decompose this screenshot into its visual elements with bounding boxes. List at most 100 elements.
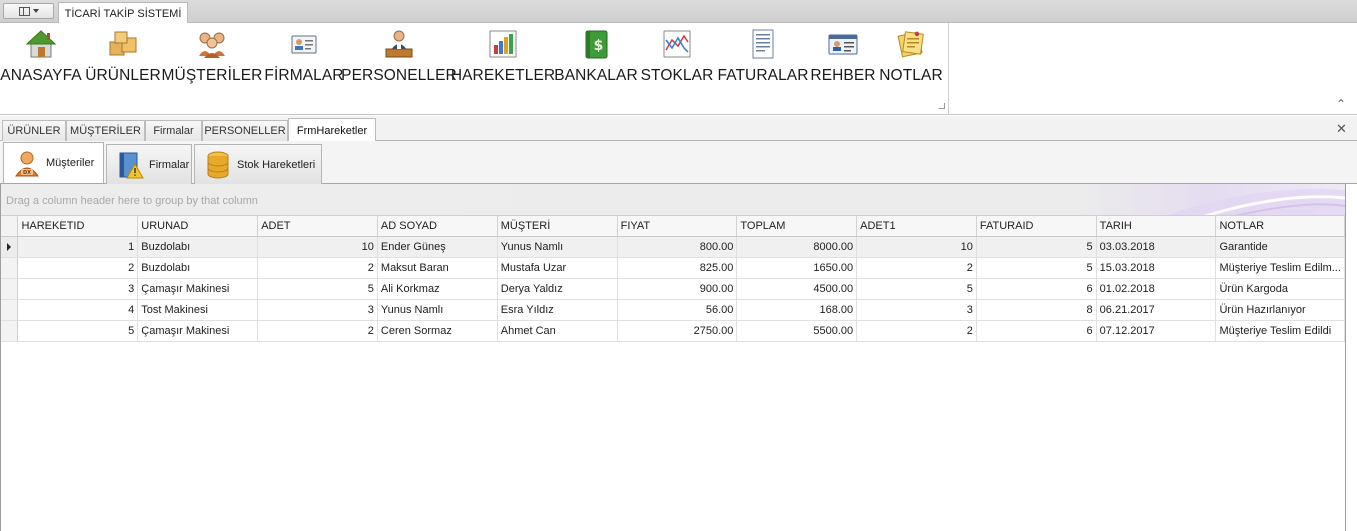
ribbon-button-firmalar[interactable]: FİRMALAR [264, 26, 343, 86]
column-header[interactable]: FIYAT [617, 216, 738, 237]
table-cell[interactable]: Garantide [1215, 236, 1345, 258]
table-cell[interactable]: Müşteriye Teslim Edildi [1215, 320, 1345, 342]
table-cell[interactable]: Ceren Sormaz [377, 320, 498, 342]
ribbon-button-notlar[interactable]: NOTLAR [879, 26, 943, 86]
ribbon-button-rehber[interactable]: REHBER [810, 26, 876, 86]
table-cell[interactable]: 900.00 [617, 278, 738, 300]
table-row[interactable]: 4 Tost Makinesi 3 Yunus Namlı Esra Yıldı… [1, 299, 1345, 321]
ribbon-button-bankalar[interactable]: $ BANKALAR [554, 26, 638, 86]
table-cell[interactable]: 4 [17, 299, 139, 321]
table-row[interactable]: 2 Buzdolabı 2 Maksut Baran Mustafa Uzar … [1, 257, 1345, 279]
ribbon-button-hareketler[interactable]: HAREKETLER [451, 26, 555, 86]
application-menu-button[interactable] [3, 3, 54, 19]
ribbon-collapse-icon[interactable]: ⌃ [1336, 97, 1346, 111]
table-cell[interactable]: Müşteriye Teslim Edilm... [1215, 257, 1345, 279]
table-cell[interactable]: 01.02.2018 [1096, 278, 1217, 300]
column-header[interactable]: ADET1 [856, 216, 977, 237]
table-cell[interactable]: Maksut Baran [377, 257, 498, 279]
table-cell[interactable]: 03.03.2018 [1096, 236, 1217, 258]
table-cell[interactable]: 6 [976, 320, 1097, 342]
table-cell[interactable]: 800.00 [617, 236, 738, 258]
row-indicator[interactable] [1, 257, 19, 279]
table-row[interactable]: 3 Çamaşır Makinesi 5 Ali Korkmaz Derya Y… [1, 278, 1345, 300]
table-cell[interactable]: 06.21.2017 [1096, 299, 1217, 321]
table-cell[interactable]: 3 [17, 278, 139, 300]
table-cell[interactable]: 5 [17, 320, 139, 342]
table-cell[interactable]: 3 [257, 299, 378, 321]
close-icon[interactable]: ✕ [1336, 121, 1347, 137]
table-cell[interactable]: 825.00 [617, 257, 738, 279]
table-cell[interactable]: 5 [257, 278, 378, 300]
table-cell[interactable]: 6 [976, 278, 1097, 300]
table-cell[interactable]: Yunus Namlı [497, 236, 618, 258]
doc-tab-musteriler[interactable]: MÜŞTERİLER [66, 120, 145, 141]
table-cell[interactable]: 8 [976, 299, 1097, 321]
table-cell[interactable]: 2 [257, 257, 378, 279]
tab-musteriler[interactable]: DX Müşteriler [3, 142, 104, 183]
table-cell[interactable]: 1 [17, 236, 139, 258]
table-cell[interactable]: 2 [856, 257, 977, 279]
table-cell[interactable]: Çamaşır Makinesi [137, 278, 259, 300]
table-cell[interactable]: Ahmet Can [497, 320, 618, 342]
table-cell[interactable]: 8000.00 [736, 236, 858, 258]
table-row[interactable]: 1 Buzdolabı 10 Ender Güneş Yunus Namlı 8… [1, 236, 1345, 258]
table-cell[interactable]: Ender Güneş [377, 236, 498, 258]
table-cell[interactable]: 168.00 [736, 299, 858, 321]
column-header[interactable]: TARIH [1096, 216, 1217, 237]
tab-firmalar[interactable]: Firmalar [106, 144, 192, 184]
column-header[interactable]: NOTLAR [1215, 216, 1345, 237]
ribbon-button-anasayfa[interactable]: ANASAYFA [0, 26, 82, 86]
table-cell[interactable]: Ali Korkmaz [377, 278, 498, 300]
column-header[interactable]: URUNAD [137, 216, 259, 237]
ribbon-page-tab[interactable]: TİCARİ TAKİP SİSTEMİ [58, 2, 188, 24]
ribbon-button-personeller[interactable]: PERSONELLER [341, 26, 457, 86]
table-row[interactable]: 5 Çamaşır Makinesi 2 Ceren Sormaz Ahmet … [1, 320, 1345, 342]
table-cell[interactable]: 10 [257, 236, 378, 258]
ribbon-button-faturalar[interactable]: FATURALAR [717, 26, 808, 86]
column-header[interactable]: FATURAID [976, 216, 1097, 237]
row-indicator[interactable] [1, 278, 19, 300]
row-indicator[interactable] [1, 299, 19, 321]
table-cell[interactable]: Derya Yaldız [497, 278, 618, 300]
table-cell[interactable]: Tost Makinesi [137, 299, 259, 321]
doc-tab-personeller[interactable]: PERSONELLER [202, 120, 288, 141]
table-cell[interactable]: 2750.00 [617, 320, 738, 342]
ribbon-button-musteriler[interactable]: MÜŞTERİLER [162, 26, 262, 86]
doc-tab-urunler[interactable]: ÜRÜNLER [2, 120, 66, 141]
table-cell[interactable]: 15.03.2018 [1096, 257, 1217, 279]
table-cell[interactable]: 5 [976, 257, 1097, 279]
column-header[interactable]: TOPLAM [736, 216, 858, 237]
doc-tab-firmalar[interactable]: Firmalar [145, 120, 202, 141]
table-cell[interactable]: 4500.00 [736, 278, 858, 300]
table-cell[interactable]: Yunus Namlı [377, 299, 498, 321]
group-launcher-icon[interactable] [939, 103, 945, 109]
table-cell[interactable]: 5500.00 [736, 320, 858, 342]
table-cell[interactable]: 3 [856, 299, 977, 321]
table-cell[interactable]: 10 [856, 236, 977, 258]
table-cell[interactable]: Ürün Hazırlanıyor [1215, 299, 1345, 321]
group-by-panel[interactable]: Drag a column header here to group by th… [1, 184, 1345, 216]
row-indicator[interactable] [1, 236, 19, 258]
table-cell[interactable]: 5 [976, 236, 1097, 258]
column-header[interactable]: MÜŞTERİ [497, 216, 618, 237]
table-cell[interactable]: Buzdolabı [137, 236, 259, 258]
ribbon-button-stoklar[interactable]: STOKLAR [641, 26, 713, 86]
column-header[interactable]: ADET [257, 216, 378, 237]
column-header[interactable]: HAREKETID [17, 216, 139, 237]
table-cell[interactable]: 56.00 [617, 299, 738, 321]
doc-tab-frmhareketler[interactable]: FrmHareketler [288, 118, 376, 142]
table-cell[interactable]: 2 [856, 320, 977, 342]
table-cell[interactable]: Çamaşır Makinesi [137, 320, 259, 342]
table-cell[interactable]: Esra Yıldız [497, 299, 618, 321]
table-cell[interactable]: 2 [17, 257, 139, 279]
row-indicator[interactable] [1, 320, 19, 342]
table-cell[interactable]: Mustafa Uzar [497, 257, 618, 279]
column-header[interactable]: AD SOYAD [377, 216, 498, 237]
table-cell[interactable]: Ürün Kargoda [1215, 278, 1345, 300]
table-cell[interactable]: Buzdolabı [137, 257, 259, 279]
table-cell[interactable]: 1650.00 [736, 257, 858, 279]
tab-stok-hareketleri[interactable]: Stok Hareketleri [194, 144, 322, 184]
table-cell[interactable]: 07.12.2017 [1096, 320, 1217, 342]
ribbon-button-urunler[interactable]: ÜRÜNLER [85, 26, 161, 86]
table-cell[interactable]: 2 [257, 320, 378, 342]
